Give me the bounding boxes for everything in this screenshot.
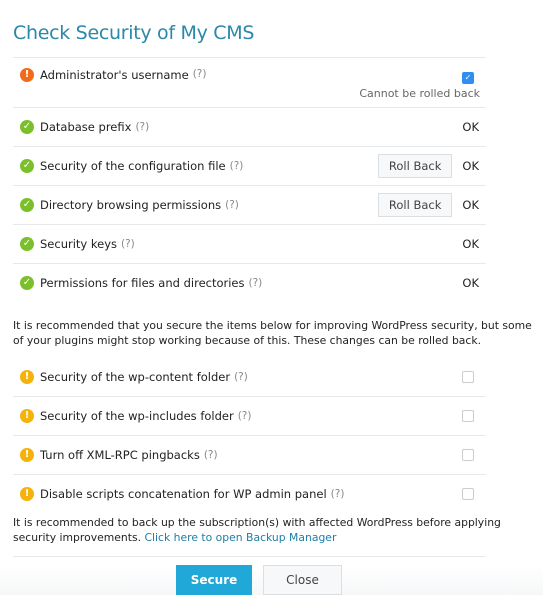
check-icon: ✓	[20, 120, 34, 134]
recommendation-text: It is recommended that you secure the it…	[13, 319, 532, 347]
item-label: Administrator's username	[40, 68, 189, 82]
item-security-keys: ✓ Security keys (?) OK	[13, 225, 486, 264]
item-checkbox[interactable]	[462, 449, 474, 461]
item-wp-includes: ! Security of the wp-includes folder (?)	[13, 397, 486, 436]
item-administrators-username: ! Administrator's username (?) ✓ Cannot …	[13, 57, 486, 108]
help-link[interactable]: (?)	[238, 410, 252, 422]
backup-manager-link[interactable]: Click here to open Backup Manager	[144, 531, 336, 544]
help-link[interactable]: (?)	[225, 199, 239, 211]
item-label: Security of the configuration file	[40, 159, 226, 173]
status-text: OK	[462, 276, 479, 290]
item-scripts-concatenation: ! Disable scripts concatenation for WP a…	[13, 475, 486, 513]
item-xml-rpc: ! Turn off XML-RPC pingbacks (?)	[13, 436, 486, 475]
item-label: Security of the wp-includes folder	[40, 409, 234, 423]
help-link[interactable]: (?)	[249, 277, 263, 289]
error-icon: !	[20, 68, 34, 82]
item-label: Permissions for files and directories	[40, 276, 245, 290]
page-title: Check Security of My CMS	[13, 22, 255, 44]
item-wp-content: ! Security of the wp-content folder (?)	[13, 358, 486, 397]
status-text: OK	[462, 237, 479, 251]
critical-items-list: ! Administrator's username (?) ✓ Cannot …	[13, 57, 486, 302]
help-link[interactable]: (?)	[230, 160, 244, 172]
close-button[interactable]: Close	[263, 565, 342, 595]
status-text: OK	[462, 159, 479, 173]
check-icon: ✓	[20, 276, 34, 290]
item-configuration-file: ✓ Security of the configuration file (?)…	[13, 147, 486, 186]
check-icon: ✓	[20, 198, 34, 212]
help-link[interactable]: (?)	[234, 371, 248, 383]
item-checkbox[interactable]	[462, 488, 474, 500]
check-icon: ✓	[20, 159, 34, 173]
help-link[interactable]: (?)	[331, 488, 345, 500]
status-text: OK	[462, 120, 479, 134]
item-directory-browsing: ✓ Directory browsing permissions (?) Rol…	[13, 186, 486, 225]
status-text: OK	[462, 198, 479, 212]
item-label: Database prefix	[40, 120, 132, 134]
item-file-permissions: ✓ Permissions for files and directories …	[13, 264, 486, 302]
help-link[interactable]: (?)	[121, 238, 135, 250]
roll-back-button[interactable]: Roll Back	[377, 193, 453, 217]
item-label: Security of the wp-content folder	[40, 370, 231, 384]
warning-icon: !	[20, 487, 34, 501]
roll-back-button[interactable]: Roll Back	[377, 154, 453, 178]
check-icon: ✓	[20, 237, 34, 251]
backup-notice: It is recommended to back up the subscri…	[13, 515, 503, 545]
item-checkbox[interactable]	[462, 410, 474, 422]
item-note: Cannot be rolled back	[359, 87, 480, 100]
help-link[interactable]: (?)	[204, 449, 218, 461]
item-label: Turn off XML-RPC pingbacks	[40, 448, 200, 462]
item-checkbox[interactable]	[462, 371, 474, 383]
warning-icon: !	[20, 409, 34, 423]
help-link[interactable]: (?)	[135, 121, 149, 133]
item-label: Disable scripts concatenation for WP adm…	[40, 487, 327, 501]
footer-divider	[13, 556, 486, 557]
optional-items-list: ! Security of the wp-content folder (?) …	[13, 358, 486, 513]
item-database-prefix: ✓ Database prefix (?) OK	[13, 108, 486, 147]
secure-button[interactable]: Secure	[176, 565, 252, 595]
warning-icon: !	[20, 448, 34, 462]
item-label: Directory browsing permissions	[40, 198, 222, 212]
warning-icon: !	[20, 370, 34, 384]
help-link[interactable]: (?)	[193, 68, 207, 80]
item-label: Security keys	[40, 237, 118, 251]
item-checkbox[interactable]: ✓	[462, 72, 474, 84]
